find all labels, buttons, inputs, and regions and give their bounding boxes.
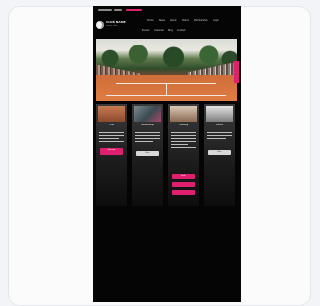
text-line <box>135 138 160 139</box>
text-line <box>99 138 119 139</box>
nav-item[interactable]: Membership <box>194 19 208 22</box>
nav-item[interactable]: Events <box>142 29 149 32</box>
column-image <box>98 106 125 122</box>
column-button-tertiary[interactable] <box>172 190 195 195</box>
column-image <box>206 106 233 122</box>
nav-item[interactable]: News <box>159 19 165 22</box>
hero-image <box>96 39 237 101</box>
feature-columns: Club Join now Membership More Coaching B… <box>96 104 237 208</box>
text-line <box>171 132 196 133</box>
text-line <box>171 138 196 139</box>
text-line <box>171 147 196 148</box>
nav-item[interactable]: Blog <box>168 29 173 32</box>
logo[interactable]: CLUB NAME tennis club <box>96 18 138 34</box>
column-image <box>134 106 161 122</box>
text-line <box>207 132 232 133</box>
column-title: Events <box>216 124 223 126</box>
nav-item[interactable]: Teams <box>182 19 189 22</box>
text-line <box>99 141 124 142</box>
column-button[interactable]: More <box>208 150 231 155</box>
nav-item[interactable]: Calendar <box>154 29 164 32</box>
nav-item[interactable]: Login <box>213 19 219 22</box>
topbar-item[interactable] <box>126 9 142 11</box>
column-image <box>170 106 197 122</box>
column-title: Membership <box>141 124 154 126</box>
feature-column: Events More <box>204 104 235 206</box>
text-line <box>171 135 196 136</box>
text-line <box>135 141 153 142</box>
feature-column: Membership More <box>132 104 163 206</box>
side-tab[interactable] <box>234 61 239 83</box>
column-button-secondary[interactable] <box>172 182 195 187</box>
text-line <box>171 144 188 145</box>
text-line <box>135 135 160 136</box>
column-button[interactable]: Join now <box>100 148 123 155</box>
column-title: Club <box>109 124 114 126</box>
column-button[interactable]: Book <box>172 174 195 179</box>
logo-name: CLUB NAME <box>106 20 126 24</box>
text-line <box>207 135 232 136</box>
column-title: Coaching <box>178 124 189 126</box>
nav-item[interactable]: Home <box>147 19 153 22</box>
topbar-item[interactable] <box>114 9 122 11</box>
court-line <box>166 83 167 95</box>
nav-item[interactable]: Contact <box>177 29 186 32</box>
nav-item[interactable]: About <box>170 19 176 22</box>
feature-column: Coaching Book <box>168 104 199 206</box>
text-line <box>135 132 160 133</box>
main-nav: Home News About Teams Membership Login E… <box>139 17 239 39</box>
logo-icon <box>96 21 104 29</box>
topbar-item[interactable] <box>98 9 112 11</box>
text-line <box>207 138 226 139</box>
website-preview: CLUB NAME tennis club Home News About Te… <box>93 6 241 302</box>
text-line <box>99 135 124 136</box>
column-button[interactable]: More <box>136 151 159 156</box>
text-line <box>99 132 124 133</box>
feature-column: Club Join now <box>96 104 127 206</box>
hero-trees <box>96 45 237 67</box>
top-bar <box>96 8 241 13</box>
text-line <box>171 141 196 142</box>
logo-tagline: tennis club <box>106 25 117 27</box>
court-line <box>106 95 226 96</box>
